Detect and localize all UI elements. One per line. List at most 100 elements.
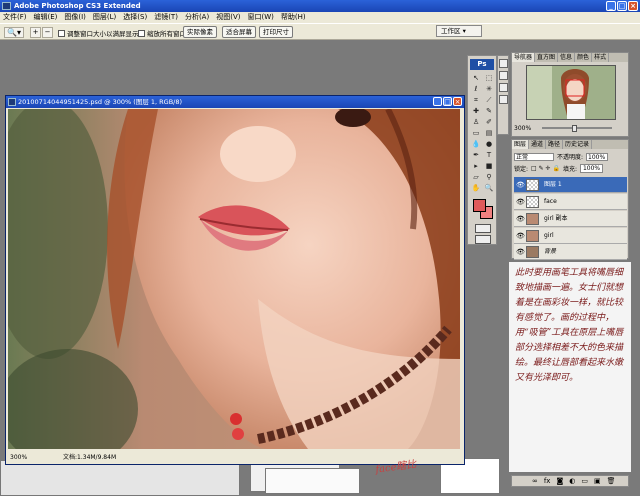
tool-presets-icon[interactable] — [499, 71, 508, 80]
image-canvas[interactable] — [8, 109, 460, 449]
dodge-tool-icon[interactable]: ● — [483, 139, 495, 149]
quick-mask-button[interactable] — [475, 224, 491, 233]
tab-color[interactable]: 颜色 — [575, 53, 593, 62]
menu-view[interactable]: 视图(V) — [216, 12, 240, 23]
menu-file[interactable]: 文件(F) — [3, 12, 27, 23]
screen-mode-button[interactable] — [475, 235, 491, 244]
blur-tool-icon[interactable]: 💧 — [470, 139, 482, 149]
layer-row[interactable]: 👁 girl 副本 — [514, 211, 627, 227]
menu-help[interactable]: 帮助(H) — [281, 12, 306, 23]
lock-icons[interactable]: □ ✎ ✛ 🔒 — [531, 165, 560, 172]
eye-icon[interactable]: 👁 — [516, 248, 525, 256]
clone-stamp-tool-icon[interactable]: ♙ — [470, 117, 482, 127]
close-button[interactable]: × — [628, 1, 638, 11]
checkbox-box[interactable] — [58, 29, 65, 37]
zoom-out-icon[interactable]: − — [42, 27, 53, 38]
menu-select[interactable]: 选择(S) — [123, 12, 147, 23]
tab-paths[interactable]: 路径 — [546, 140, 564, 149]
gradient-tool-icon[interactable]: ▤ — [483, 128, 495, 138]
menu-analysis[interactable]: 分析(A) — [185, 12, 209, 23]
opacity-field[interactable]: 100% — [586, 152, 609, 161]
layers-panel: 图层 通道 路径 历史记录 正常 不透明度: 100% 锁定: □ ✎ ✛ 🔒 … — [511, 139, 629, 260]
tab-channels[interactable]: 通道 — [529, 140, 547, 149]
eyedropper-tool-icon[interactable]: ⚲ — [483, 172, 495, 182]
layer-comps-icon[interactable] — [499, 83, 508, 92]
workspace-dropdown[interactable]: 工作区 ▾ — [436, 25, 482, 37]
tab-history[interactable]: 历史记录 — [563, 140, 593, 149]
menu-layer[interactable]: 图层(L) — [93, 12, 116, 23]
zoom-all-checkbox[interactable]: 缩放所有窗口 — [138, 28, 186, 38]
hand-tool-icon[interactable]: ✋ — [470, 183, 482, 193]
doc-close-button[interactable]: × — [453, 97, 462, 106]
shape-tool-icon[interactable]: ■ — [483, 161, 495, 171]
tab-navigator[interactable]: 导航器 — [512, 53, 536, 62]
fill-field[interactable]: 100% — [579, 164, 604, 173]
layer-style-icon[interactable]: fx — [544, 476, 551, 486]
layer-mask-icon[interactable]: ◙ — [556, 476, 563, 486]
navigator-slider-handle[interactable] — [572, 125, 577, 132]
doc-maximize-button[interactable]: □ — [443, 97, 452, 106]
layer-row[interactable]: 👁 face — [514, 194, 627, 210]
navigator-zoom-slider[interactable] — [542, 127, 612, 129]
eye-icon[interactable]: 👁 — [516, 215, 525, 223]
fit-screen-button[interactable]: 适合屏幕 — [222, 26, 256, 38]
new-group-icon[interactable]: ▭ — [581, 476, 588, 486]
layer-row[interactable]: 👁 图层 1 — [514, 177, 627, 193]
document-title-bar[interactable]: 20100714044951425.psd @ 300% (图层 1, RGB/… — [6, 96, 464, 108]
blend-mode-select[interactable]: 正常 — [514, 152, 554, 161]
link-layers-icon[interactable]: ∞ — [532, 476, 538, 486]
marquee-tool-icon[interactable]: ⬚ — [483, 73, 495, 83]
minimize-button[interactable]: _ — [606, 1, 616, 11]
zoom-tool-icon[interactable]: 🔍 — [483, 183, 495, 193]
app-title-bar: Adobe Photoshop CS3 Extended _ □ × — [0, 0, 640, 12]
menu-image[interactable]: 图像(I) — [64, 12, 86, 23]
tab-histogram[interactable]: 直方图 — [535, 53, 559, 62]
layer-row[interactable]: 👁 背景 — [514, 244, 627, 260]
zoom-tool-preset-icon[interactable]: 🔍▾ — [4, 27, 24, 38]
new-layer-icon[interactable]: ▣ — [594, 476, 601, 486]
path-selection-tool-icon[interactable]: ▸ — [470, 161, 482, 171]
background-window[interactable] — [265, 468, 360, 494]
eye-icon[interactable]: 👁 — [516, 181, 525, 189]
crop-tool-icon[interactable]: ⌗ — [470, 95, 482, 105]
menu-edit[interactable]: 编辑(E) — [34, 12, 58, 23]
menu-window[interactable]: 窗口(W) — [247, 12, 273, 23]
layer-row[interactable]: 👁 girl — [514, 228, 627, 244]
menu-filter[interactable]: 滤镜(T) — [154, 12, 178, 23]
resize-window-checkbox[interactable]: 调整窗口大小以满屏显示 — [58, 28, 139, 38]
notes-tool-icon[interactable]: ▱ — [470, 172, 482, 182]
move-tool-icon[interactable]: ↖ — [470, 73, 482, 83]
foreground-color-swatch[interactable] — [473, 199, 486, 212]
tab-info[interactable]: 信息 — [558, 53, 576, 62]
maximize-button[interactable]: □ — [617, 1, 627, 11]
adjustment-layer-icon[interactable]: ◐ — [569, 476, 575, 486]
tab-styles[interactable]: 样式 — [592, 53, 610, 62]
layer-name: 图层 1 — [544, 181, 562, 188]
pen-tool-icon[interactable]: ✒ — [470, 150, 482, 160]
ps-logo-icon: Ps — [470, 59, 494, 70]
layer-name: girl — [544, 232, 554, 239]
eraser-tool-icon[interactable]: ▭ — [470, 128, 482, 138]
lasso-tool-icon[interactable]: ℓ — [470, 84, 482, 94]
brushes-panel-icon[interactable] — [499, 59, 508, 68]
magic-wand-tool-icon[interactable]: ✳ — [483, 84, 495, 94]
navigator-zoom-value[interactable]: 300% — [514, 125, 531, 132]
eye-icon[interactable]: 👁 — [516, 232, 525, 240]
checkbox-box[interactable] — [138, 29, 145, 37]
history-brush-tool-icon[interactable]: ✐ — [483, 117, 495, 127]
brush-tool-icon[interactable]: ✎ — [483, 106, 495, 116]
slice-tool-icon[interactable]: ⟋ — [483, 95, 495, 105]
doc-minimize-button[interactable]: _ — [433, 97, 442, 106]
type-tool-icon[interactable]: T — [483, 150, 495, 160]
background-window[interactable] — [0, 460, 240, 496]
actions-icon[interactable] — [499, 95, 508, 104]
tab-layers[interactable]: 图层 — [512, 140, 530, 149]
actual-pixels-button[interactable]: 实际像素 — [183, 26, 217, 38]
navigator-thumbnail[interactable] — [526, 65, 616, 120]
zoom-in-icon[interactable]: + — [30, 27, 41, 38]
print-size-button[interactable]: 打印尺寸 — [259, 26, 293, 38]
healing-brush-tool-icon[interactable]: ✚ — [470, 106, 482, 116]
document-window[interactable]: 20100714044951425.psd @ 300% (图层 1, RGB/… — [5, 95, 465, 465]
delete-layer-icon[interactable]: 🗑 — [607, 476, 616, 486]
eye-icon[interactable]: 👁 — [516, 198, 525, 206]
